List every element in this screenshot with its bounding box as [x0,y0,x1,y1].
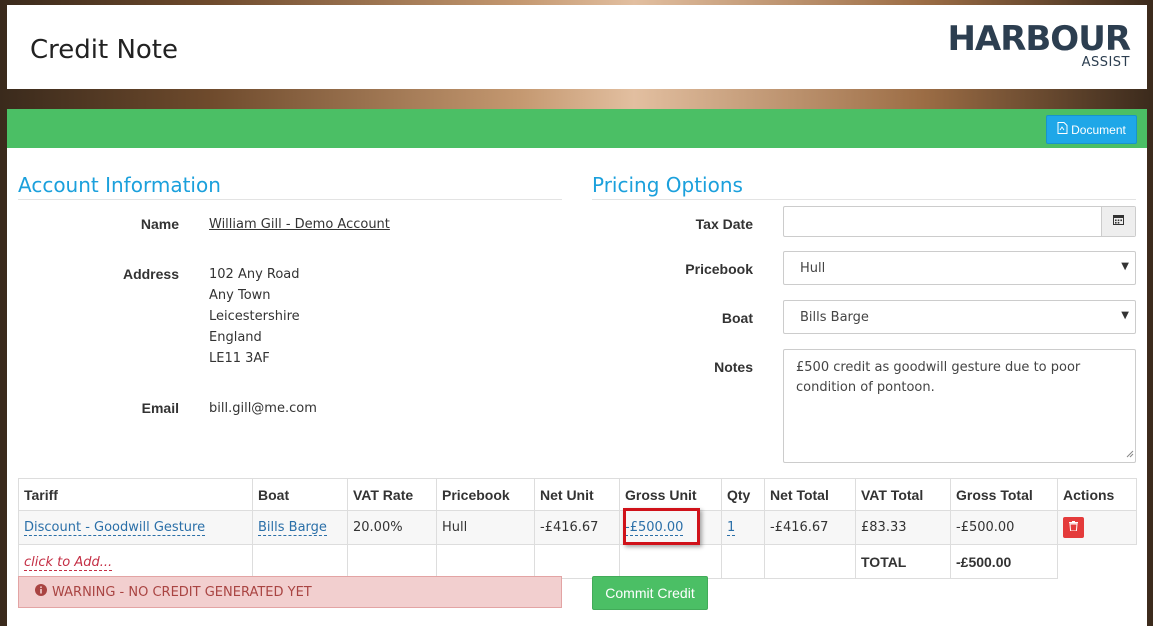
chevron-down-icon: ▼ [1121,310,1129,321]
column-header: Net Unit [534,478,620,511]
name-label: Name [140,216,179,232]
tariff-cell: Discount - Goodwill Gesture [18,510,253,545]
vat-total-cell: £83.33 [855,510,951,545]
column-header: Gross Total [950,478,1058,511]
boat-selected: Bills Barge [800,310,869,325]
total-label: TOTAL [855,544,951,579]
warning-text: WARNING - NO CREDIT GENERATED YET [52,584,312,600]
net-unit-cell: -£416.67 [534,510,620,545]
chevron-down-icon: ▼ [1121,261,1129,272]
delete-row-button[interactable] [1063,517,1084,538]
qty-link[interactable]: 1 [727,520,736,536]
pricebook-selected: Hull [800,261,826,276]
column-header: Gross Unit [619,478,722,511]
boat-label: Boat [721,310,753,326]
column-header: Pricebook [436,478,535,511]
empty-cell [721,544,765,579]
empty-cell [619,544,722,579]
notes-label: Notes [714,359,753,375]
column-header: Qty [721,478,765,511]
boat-select[interactable]: Bills Barge ▼ [783,300,1136,334]
notes-textarea[interactable]: £500 credit as goodwill gesture due to p… [783,349,1136,463]
account-section-title: Account Information [18,173,562,200]
gross-unit-highlight-box [623,508,700,545]
column-header: VAT Rate [347,478,437,511]
logo-subtitle: ASSIST [1081,55,1130,70]
table-header-row: Tariff Boat VAT Rate Pricebook Net Unit … [18,478,1137,511]
pricebook-cell: Hull [436,510,535,545]
empty-cell [252,544,348,579]
main-panel: Document Account Information Name Willia… [7,109,1147,626]
pricing-section-title: Pricing Options [592,173,1136,200]
empty-cell [347,544,437,579]
email-label: Email [141,400,179,416]
document-button-label: Document [1071,122,1126,137]
add-tariff-link[interactable]: click to Add... [24,555,113,571]
total-value: -£500.00 [950,544,1058,579]
boat-cell: Bills Barge [252,510,348,545]
actions-cell [1057,510,1137,545]
add-cell: click to Add... [18,544,253,579]
tariff-table: Tariff Boat VAT Rate Pricebook Net Unit … [18,478,1137,579]
account-name-link[interactable]: William Gill - Demo Account [209,217,390,232]
harbour-assist-logo: HARBOUR ASSIST [947,19,1131,75]
trash-icon [1069,520,1078,535]
empty-cell [534,544,620,579]
tariff-link[interactable]: Discount - Goodwill Gesture [24,520,206,536]
calendar-button[interactable] [1101,207,1135,236]
app-header: Credit Note HARBOUR ASSIST [7,5,1147,89]
tax-date-input[interactable] [783,206,1136,237]
pricebook-select[interactable]: Hull ▼ [783,251,1136,285]
address-line: 102 Any Road [209,267,300,282]
table-add-row: click to Add... TOTAL -£500.00 [18,544,1137,579]
net-total-cell: -£416.67 [764,510,856,545]
page-title: Credit Note [30,35,179,65]
tax-date-label: Tax Date [695,216,753,232]
gross-total-cell: -£500.00 [950,510,1058,545]
address-line: Any Town [209,288,271,303]
notes-value: £500 credit as goodwill gesture due to p… [796,360,1081,395]
column-header: Tariff [18,478,253,511]
address-label: Address [122,266,179,282]
empty-cell [436,544,535,579]
action-bar: Document [7,109,1147,148]
pdf-file-icon [1057,122,1068,137]
vat-rate-cell: 20.00% [347,510,437,545]
info-circle-icon [35,584,47,600]
logo-wordmark: HARBOUR [947,19,1131,59]
column-header: Net Total [764,478,856,511]
empty-cell [764,544,856,579]
resize-handle-icon[interactable] [1126,447,1134,462]
table-row: Discount - Goodwill Gesture Bills Barge … [18,510,1137,545]
address-line: England [209,330,262,345]
document-button[interactable]: Document [1046,115,1137,144]
column-header: Boat [252,478,348,511]
address-line: LE11 3AF [209,351,270,366]
calendar-icon [1113,214,1124,229]
boat-link[interactable]: Bills Barge [258,520,327,536]
address-block: 102 Any Road Any Town Leicestershire Eng… [209,264,300,369]
empty-cell [1058,545,1137,579]
commit-credit-button[interactable]: Commit Credit [592,576,708,610]
column-header: VAT Total [855,478,951,511]
column-header: Actions [1057,478,1137,511]
address-line: Leicestershire [209,309,300,324]
warning-alert: WARNING - NO CREDIT GENERATED YET [18,576,562,608]
email-value: bill.gill@me.com [209,401,317,416]
qty-cell: 1 [721,510,765,545]
pricebook-label: Pricebook [685,261,753,277]
